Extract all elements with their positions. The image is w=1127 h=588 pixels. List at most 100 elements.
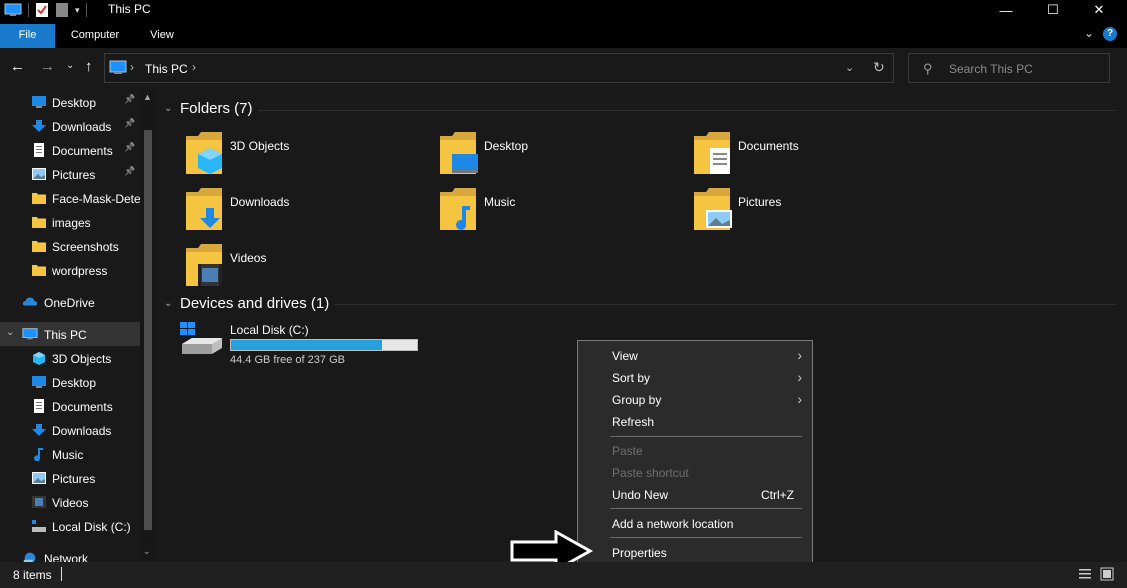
folder-name: Videos [230, 251, 267, 265]
tab-file[interactable]: File [0, 24, 55, 48]
sidebar-item-wordpress[interactable]: wordpress [0, 258, 140, 282]
menu-item-undo-new[interactable]: Undo New Ctrl+Z [578, 484, 812, 506]
expand-ribbon-icon[interactable]: ⌄ [1084, 26, 1094, 40]
desktop-icon [31, 375, 47, 389]
sidebar-item-downloads[interactable]: Downloads 📌 [0, 114, 140, 138]
sidebar-item-face-mask-dete[interactable]: Face-Mask-Dete [0, 186, 141, 210]
scroll-down-icon[interactable]: ⌄ [143, 546, 151, 557]
help-button[interactable]: ? [1103, 27, 1117, 41]
drives-group-header[interactable]: ⌄ Devices and drives (1) [164, 295, 329, 312]
collapse-chevron-icon[interactable]: ⌄ [164, 298, 180, 309]
pictures-icon [31, 471, 47, 485]
music-icon [438, 186, 478, 232]
sidebar-item-local-disk-c[interactable]: Local Disk (C:) [0, 514, 140, 538]
sidebar-item-desktop[interactable]: Desktop 📌 [0, 90, 140, 114]
tab-view[interactable]: View [140, 24, 184, 48]
menu-item-add-a-network-location[interactable]: Add a network location [578, 513, 812, 535]
title-bar: ▾ This PC — ☐ ✕ [0, 0, 1127, 20]
sidebar-item-label: Local Disk (C:) [52, 520, 131, 534]
folder-tile[interactable]: Documents [692, 130, 932, 182]
window-title: This PC [108, 2, 151, 16]
menu-item-paste: Paste [578, 440, 812, 462]
drive-usage-bar [230, 339, 418, 351]
scroll-up-icon[interactable]: ▲ [143, 92, 152, 102]
documents-icon [31, 143, 47, 157]
sidebar-item-desktop[interactable]: Desktop [0, 370, 140, 394]
folders-group-header[interactable]: ⌄ Folders (7) [164, 100, 253, 117]
folder-tile[interactable]: Videos [184, 242, 424, 294]
tab-computer[interactable]: Computer [60, 24, 130, 48]
address-toolbar: ← → ⌄ ↑ › This PC › ⌄ ↻ ⚲ Search This PC [0, 48, 1127, 88]
refresh-icon[interactable]: ↻ [873, 59, 885, 76]
scrollbar-thumb[interactable] [144, 130, 152, 530]
expand-chevron-icon[interactable]: ⌄ [6, 327, 14, 338]
folder-tile[interactable]: Pictures [692, 186, 932, 238]
sidebar-item-screenshots[interactable]: Screenshots [0, 234, 140, 258]
folder-tile[interactable]: Music [438, 186, 678, 238]
sidebar-item-downloads[interactable]: Downloads [0, 418, 140, 442]
sidebar-item-label: Screenshots [52, 240, 119, 254]
new-folder-icon[interactable] [55, 2, 69, 18]
back-button[interactable]: ← [10, 58, 25, 75]
collapse-chevron-icon[interactable]: ⌄ [164, 103, 180, 114]
sidebar-item-documents[interactable]: Documents 📌 [0, 138, 140, 162]
search-box[interactable]: ⚲ Search This PC [908, 53, 1110, 83]
folder-icon [31, 191, 47, 205]
pictures-icon [31, 167, 47, 181]
sidebar-item-label: Music [52, 448, 84, 462]
menu-separator [610, 436, 802, 437]
menu-item-properties[interactable]: Properties [578, 542, 812, 564]
close-button[interactable]: ✕ [1076, 0, 1122, 20]
maximize-button[interactable]: ☐ [1030, 0, 1076, 20]
sidebar-item-pictures[interactable]: Pictures 📌 [0, 162, 140, 186]
sidebar-item-onedrive[interactable]: OneDrive [0, 290, 140, 314]
large-icons-view-icon[interactable] [1100, 567, 1114, 581]
menu-item-sort-by[interactable]: Sort by › [578, 367, 812, 389]
breadcrumb-chevron-icon[interactable]: › [130, 60, 134, 74]
sidebar-item-images[interactable]: images [0, 210, 140, 234]
sidebar-item-documents[interactable]: Documents [0, 394, 140, 418]
folder-tile[interactable]: Downloads [184, 186, 424, 238]
details-view-icon[interactable] [1078, 567, 1092, 581]
sidebar-item-label: Network [44, 552, 89, 562]
recent-locations-icon[interactable]: ⌄ [66, 60, 74, 71]
menu-item-paste-shortcut: Paste shortcut [578, 462, 812, 484]
menu-item-group-by[interactable]: Group by › [578, 389, 812, 411]
sidebar-item-network[interactable]: Network [0, 546, 140, 562]
address-bar[interactable]: › This PC › ⌄ ↻ [104, 53, 894, 83]
sidebar-item-videos[interactable]: Videos [0, 490, 140, 514]
drive-icon [180, 322, 222, 354]
breadcrumb[interactable]: This PC [145, 62, 188, 76]
up-button[interactable]: ↑ [85, 58, 93, 75]
network-icon [23, 552, 36, 562]
folder-name: Music [484, 195, 516, 209]
sidebar-item-this-pc[interactable]: ⌄ This PC [0, 322, 140, 346]
sidebar-item-label: Pictures [52, 472, 96, 486]
sidebar-item-pictures[interactable]: Pictures [0, 466, 140, 490]
folder-icon [31, 215, 47, 229]
menu-item-refresh[interactable]: Refresh [578, 411, 812, 433]
3d-objects-icon [184, 130, 224, 176]
forward-button[interactable]: → [40, 58, 55, 75]
address-dropdown-icon[interactable]: ⌄ [845, 61, 854, 74]
folder-tile[interactable]: 3D Objects [184, 130, 424, 182]
sidebar-item-3d-objects[interactable]: 3D Objects [0, 346, 140, 370]
drive-tile-c[interactable]: Local Disk (C:) 44.4 GB free of 237 GB [178, 320, 438, 370]
sidebar-item-label: Face-Mask-Dete [52, 192, 141, 206]
search-input[interactable]: Search This PC [949, 62, 1033, 76]
folder-tile[interactable]: Desktop [438, 130, 678, 182]
sidebar-item-label: Desktop [52, 376, 97, 390]
pictures-icon [692, 186, 732, 232]
breadcrumb-chevron-icon[interactable]: › [192, 60, 196, 74]
drive-usage-fill [231, 340, 382, 350]
pin-icon: 📌 [124, 142, 136, 152]
sidebar-item-label: Pictures [52, 168, 96, 182]
navigation-scrollbar[interactable]: ▲ ⌄ [140, 88, 156, 562]
properties-icon[interactable] [35, 2, 49, 18]
menu-item-label: Paste [612, 444, 643, 458]
folder-name: Desktop [484, 139, 529, 153]
menu-item-view[interactable]: View › [578, 345, 812, 367]
sidebar-item-music[interactable]: Music [0, 442, 140, 466]
minimize-button[interactable]: — [983, 0, 1029, 20]
customize-qat-icon[interactable]: ▾ [75, 5, 80, 16]
